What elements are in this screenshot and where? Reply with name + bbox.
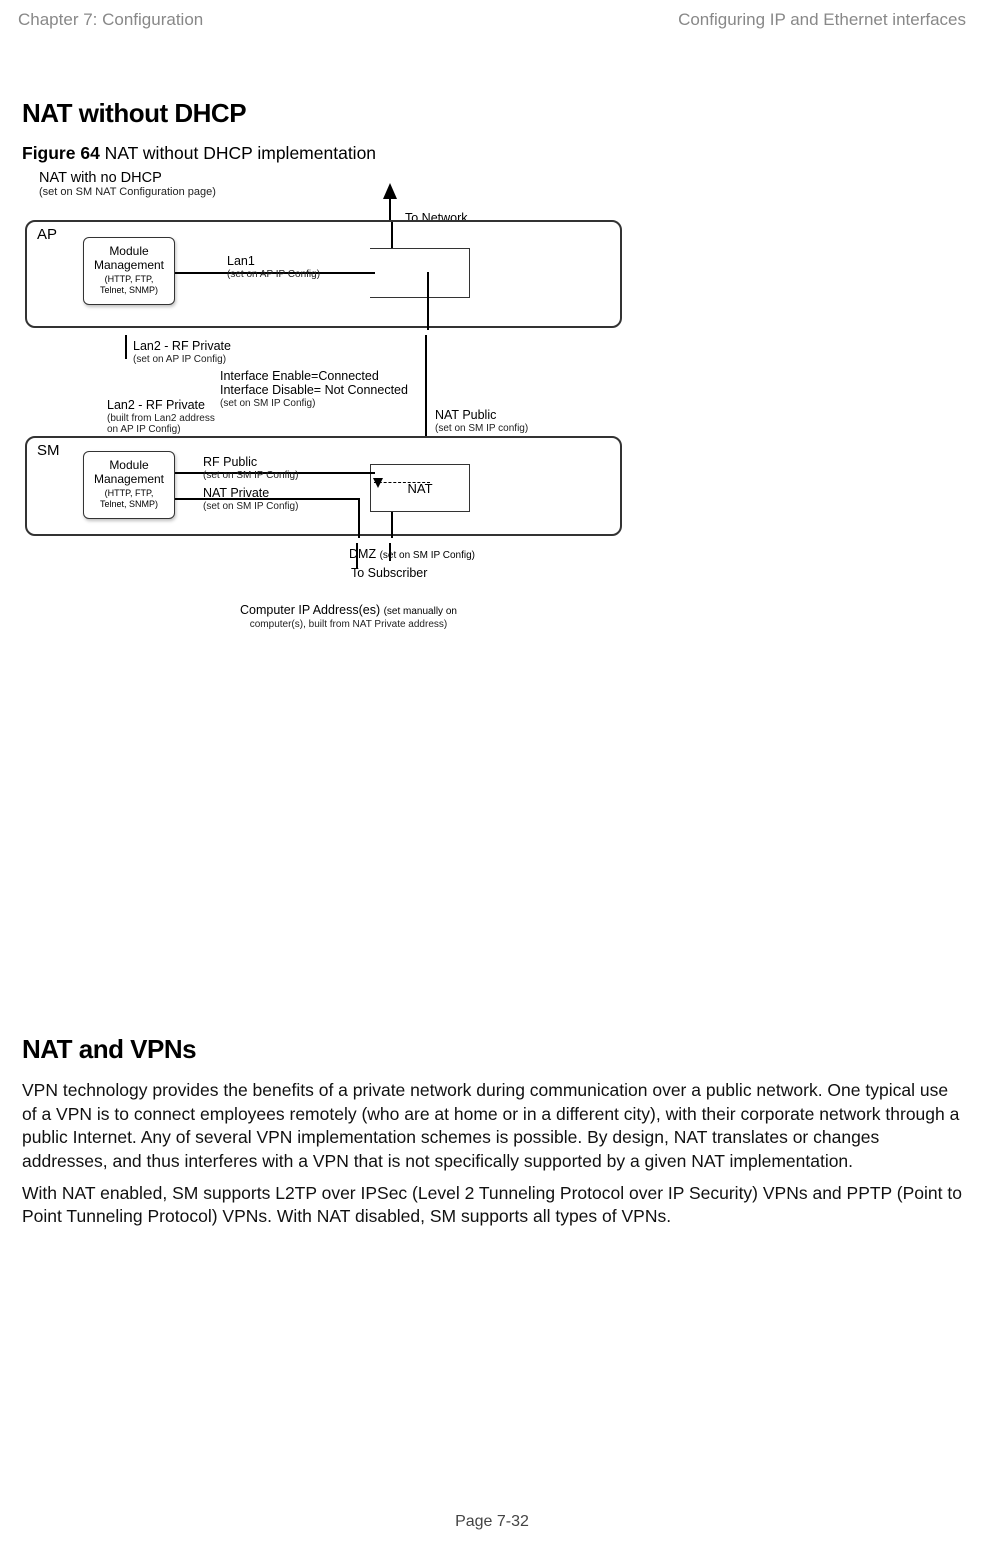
heading-nat-without-dhcp: NAT without DHCP [22, 98, 962, 129]
line-nat-private-v [358, 498, 360, 538]
ap-module-line2: Management [94, 258, 164, 272]
lan2b-cap1: (built from Lan2 address [107, 413, 215, 424]
heading-nat-and-vpns: NAT and VPNs [22, 1034, 962, 1065]
diagram-subtitle: (set on SM NAT Configuration page) [25, 186, 622, 198]
sm-module-line1: Module [109, 458, 148, 472]
lan2b-text: Lan2 - RF Private [107, 398, 205, 412]
lan1-text: Lan1 [227, 254, 255, 268]
dmz-text: DMZ [349, 547, 376, 561]
ap-box: AP Module Management (HTTP, FTP, Telnet,… [25, 220, 622, 328]
lan1-caption: (set on AP IP Config) [227, 269, 320, 280]
computer-ip-cap1: (set manually on [384, 606, 457, 617]
sm-module-line3: (HTTP, FTP, [84, 488, 174, 498]
sm-module-line2: Management [94, 472, 164, 486]
label-lan1: Lan1 (set on AP IP Config) [227, 255, 320, 280]
sm-box: SM Module Management (HTTP, FTP, Telnet,… [25, 436, 622, 536]
ap-module-line3: (HTTP, FTP, [84, 274, 174, 284]
label-lan2-b: Lan2 - RF Private (built from Lan2 addre… [107, 399, 215, 435]
label-interface: Interface Enable=Connected Interface Dis… [220, 370, 408, 409]
computer-ip-text: Computer IP Address(es) [240, 603, 380, 617]
natprivate-caption: (set on SM IP Config) [203, 501, 298, 512]
label-nat-private: NAT Private (set on SM IP Config) [203, 487, 298, 512]
lan2a-text: Lan2 - RF Private [133, 339, 231, 353]
label-to-subscriber: To Subscriber [351, 567, 427, 581]
diagram-title: NAT with no DHCP [25, 170, 622, 186]
dmz-caption: (set on SM IP Config) [380, 550, 475, 561]
para-nat-vpn-2: With NAT enabled, SM supports L2TP over … [22, 1182, 962, 1229]
figure-caption: Figure 64 NAT without DHCP implementatio… [22, 143, 962, 164]
interface-line1: Interface Enable=Connected [220, 369, 379, 383]
page-number: Page 7-32 [0, 1513, 984, 1531]
header-section: Configuring IP and Ethernet interfaces [678, 10, 966, 30]
ap-module-box: Module Management (HTTP, FTP, Telnet, SN… [83, 237, 175, 305]
label-dmz: DMZ (set on SM IP Config) [349, 548, 475, 562]
label-rf-public: RF Public (set on SM IP Config) [203, 456, 298, 481]
line-dmz-down [391, 512, 393, 538]
line-lan2-a [125, 335, 127, 359]
ap-module-line4: Telnet, SNMP) [84, 285, 174, 295]
para-nat-vpn-1: VPN technology provides the benefits of … [22, 1079, 962, 1174]
header-chapter: Chapter 7: Configuration [18, 10, 203, 30]
sm-module-box: Module Management (HTTP, FTP, Telnet, SN… [83, 451, 175, 519]
lan2b-cap2: on AP IP Config) [107, 424, 215, 435]
figure-label: Figure 64 [22, 143, 100, 163]
ap-label: AP [37, 226, 57, 243]
line-ap-up [391, 222, 393, 248]
computer-ip-cap2: computer(s), built from NAT Private addr… [240, 618, 457, 631]
rfpublic-caption: (set on SM IP Config) [203, 470, 298, 481]
sm-module-line4: Telnet, SNMP) [84, 499, 174, 509]
ap-module-line1: Module [109, 244, 148, 258]
lan2a-caption: (set on AP IP Config) [133, 354, 231, 365]
diagram-nat-without-dhcp: NAT with no DHCP (set on SM NAT Configur… [25, 170, 622, 1006]
interface-line2: Interface Disable= Not Connected [220, 383, 408, 397]
nat-box: NAT [370, 464, 470, 512]
interface-caption: (set on SM IP Config) [220, 398, 408, 409]
label-nat-public: NAT Public (set on SM IP config) [435, 409, 528, 434]
figure-caption-text: NAT without DHCP implementation [100, 143, 376, 163]
sm-label: SM [37, 442, 60, 459]
label-lan2-a: Lan2 - RF Private (set on AP IP Config) [133, 340, 231, 365]
natpublic-caption: (set on SM IP config) [435, 423, 528, 434]
natprivate-text: NAT Private [203, 486, 269, 500]
arrow-into-nat-icon [373, 478, 383, 488]
ap-ghost-box [370, 248, 470, 298]
label-computer-ip: Computer IP Address(es) (set manually on… [240, 602, 457, 631]
line-ap-down [427, 272, 429, 330]
rfpublic-text: RF Public [203, 455, 257, 469]
natpublic-text: NAT Public [435, 408, 496, 422]
